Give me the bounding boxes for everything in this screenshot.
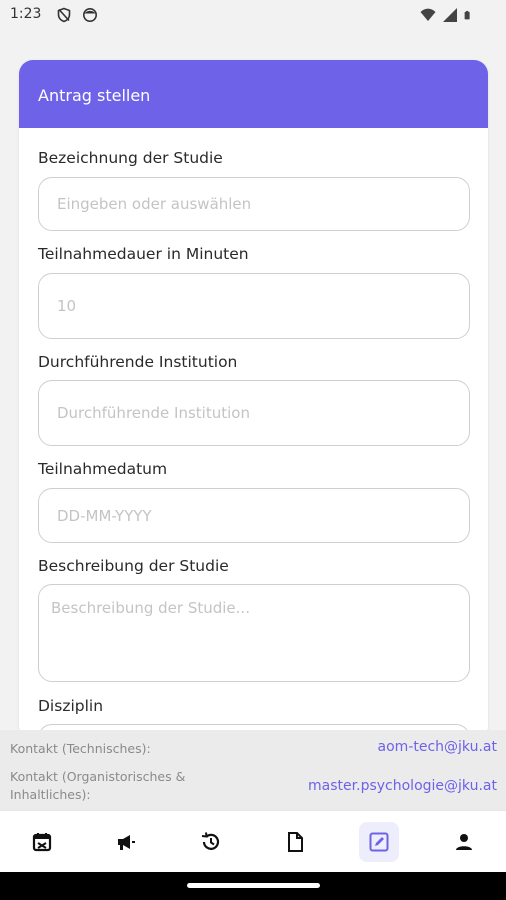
nav-history[interactable] — [191, 822, 231, 862]
duration-input[interactable]: 10 — [38, 273, 470, 339]
duration-placeholder: 10 — [57, 297, 77, 315]
nav-calendar[interactable] — [22, 822, 62, 862]
history-icon — [201, 831, 219, 850]
edit-icon — [369, 832, 389, 851]
signal-icon — [443, 8, 457, 22]
status-icons-left — [56, 7, 98, 23]
wifi-icon — [420, 8, 436, 21]
study-name-placeholder: Eingeben oder auswählen — [57, 195, 252, 213]
date-placeholder: DD-MM-YYYY — [57, 507, 152, 525]
date-label: Teilnahmedatum — [38, 460, 168, 478]
megaphone-icon — [118, 834, 136, 850]
date-input[interactable]: DD-MM-YYYY — [38, 488, 470, 543]
study-name-label: Bezeichnung der Studie — [38, 149, 223, 167]
contact-org-label-line2: Inhaltliches): — [10, 787, 91, 802]
institution-placeholder: Durchführende Institution — [57, 404, 250, 422]
contact-org-link[interactable]: master.psychologie@jku.at — [308, 778, 497, 794]
battery-icon — [464, 10, 470, 20]
status-time: 1:23 — [10, 6, 42, 22]
shield-slash-icon — [57, 7, 71, 23]
description-label: Beschreibung der Studie — [38, 557, 229, 575]
contact-footer: Kontakt (Technisches): aom-tech@jku.at K… — [0, 730, 506, 810]
bottom-nav — [0, 810, 506, 872]
institution-input[interactable]: Durchführende Institution — [38, 380, 470, 446]
nav-profile[interactable] — [444, 822, 484, 862]
status-bar: 1:23 — [0, 0, 506, 32]
person-icon — [455, 833, 472, 850]
discipline-label: Disziplin — [38, 697, 104, 715]
nav-apply[interactable] — [359, 821, 400, 862]
institution-label: Durchführende Institution — [38, 353, 238, 371]
nav-announcements[interactable] — [106, 822, 146, 862]
calendar-icon — [33, 832, 52, 851]
study-name-input[interactable]: Eingeben oder auswählen — [38, 177, 470, 231]
duration-label: Teilnahmedauer in Minuten — [38, 245, 249, 263]
document-icon — [288, 831, 304, 852]
contact-technical-link[interactable]: aom-tech@jku.at — [378, 739, 497, 755]
form-header: Antrag stellen — [19, 60, 488, 128]
form-title: Antrag stellen — [38, 86, 151, 105]
contact-org-label-line1: Kontakt (Organistorisches & — [10, 769, 186, 784]
description-textarea[interactable]: Beschreibung der Studie... — [38, 584, 470, 682]
contact-technical-label: Kontakt (Technisches): — [10, 741, 151, 756]
system-nav-bar — [0, 872, 506, 900]
face-icon — [83, 8, 97, 22]
home-gesture-handle[interactable] — [187, 883, 320, 888]
description-placeholder: Beschreibung der Studie... — [51, 599, 250, 617]
nav-documents[interactable] — [275, 822, 315, 862]
request-form-card: Antrag stellen Bezeichnung der Studie Ei… — [19, 60, 488, 740]
status-icons-right — [420, 7, 474, 23]
